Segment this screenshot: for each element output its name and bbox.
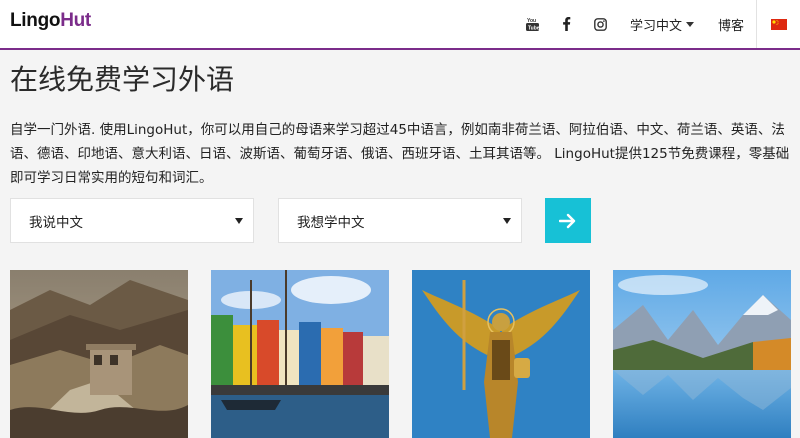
site-header: LingoHut You Tube 学习中文 博客 — [0, 0, 800, 50]
page-description: 自学一门外语. 使用LingoHut，你可以用自己的母语来学习超过45中语言，例… — [10, 122, 790, 186]
golden-angel-statue-photo[interactable] — [412, 270, 590, 438]
native-language-select[interactable]: 我说中文 — [10, 198, 254, 243]
arrow-right-icon — [559, 213, 576, 228]
language-menu-label: 学习中文 — [629, 18, 682, 34]
page-title: 在线免费学习外语 — [10, 63, 235, 96]
colorful-harbor-photo[interactable] — [211, 270, 389, 438]
great-wall-photo[interactable] — [10, 270, 188, 438]
dropdown-arrow-icon — [503, 218, 511, 224]
site-logo[interactable]: LingoHut — [10, 10, 91, 32]
header-nav: You Tube 学习中文 博客 — [516, 0, 800, 48]
target-language-select[interactable]: 我想学中文 — [278, 198, 522, 243]
blog-link[interactable]: 博客 — [706, 0, 756, 48]
youtube-icon[interactable]: You Tube — [516, 0, 550, 48]
chevron-down-icon — [685, 21, 694, 27]
dropdown-arrow-icon — [235, 218, 243, 224]
language-menu[interactable]: 学习中文 — [618, 0, 706, 48]
language-flag-button[interactable] — [756, 0, 800, 48]
china-flag-icon — [770, 18, 787, 30]
mountain-lake-photo[interactable] — [613, 270, 791, 438]
native-language-value: 我说中文 — [29, 214, 83, 231]
blog-link-label: 博客 — [717, 18, 744, 34]
instagram-icon[interactable] — [584, 0, 618, 48]
logo-text-lingo: Lingo — [10, 10, 61, 31]
target-language-value: 我想学中文 — [297, 214, 365, 231]
svg-text:You: You — [527, 18, 536, 24]
facebook-icon[interactable] — [550, 0, 584, 48]
logo-text-hut: Hut — [60, 10, 91, 31]
svg-text:Tube: Tube — [528, 25, 539, 31]
start-learning-button[interactable] — [545, 198, 591, 243]
